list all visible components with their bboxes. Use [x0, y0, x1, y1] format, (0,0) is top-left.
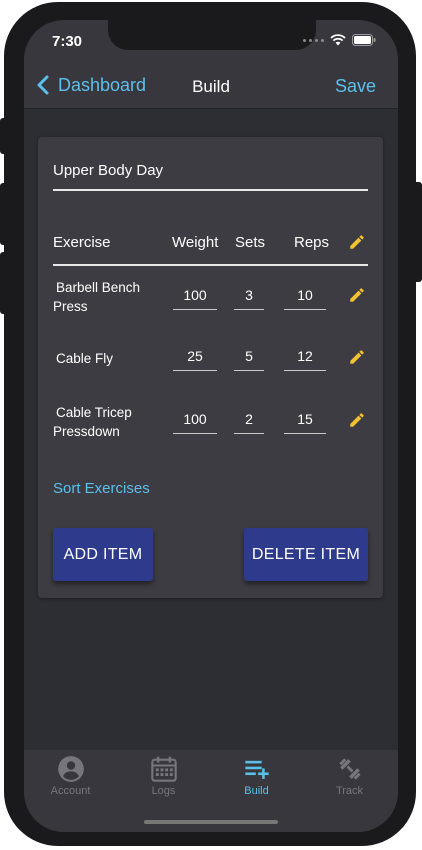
- weight-input[interactable]: 100: [173, 287, 217, 310]
- sets-value: 3: [245, 287, 253, 303]
- tab-label: Logs: [151, 785, 176, 797]
- sets-column-header: Sets: [235, 234, 266, 251]
- volume-up-button: [0, 183, 6, 245]
- playlist-add-icon: [244, 760, 269, 779]
- reps-input[interactable]: 12: [284, 348, 326, 371]
- weight-value: 100: [183, 287, 207, 303]
- sort-exercises-link[interactable]: Sort Exercises: [53, 480, 150, 497]
- pencil-icon[interactable]: [348, 348, 366, 366]
- screen: 7:30 Dashboard Build Save Upper Body Day…: [24, 20, 398, 832]
- home-indicator: [144, 820, 278, 824]
- exercise-column-header: Exercise: [53, 234, 111, 251]
- status-icons: [303, 34, 376, 46]
- tab-label: Track: [335, 785, 364, 797]
- account-icon: [57, 756, 84, 782]
- routine-card: Upper Body Day Exercise Weight Sets Reps…: [38, 137, 383, 598]
- notch: [108, 20, 316, 50]
- nav-bar: Dashboard Build Save: [24, 68, 398, 109]
- reps-value: 10: [297, 287, 313, 303]
- exercise-name-line2: Pressdown: [53, 424, 120, 439]
- status-time: 7:30: [52, 33, 83, 50]
- pencil-icon[interactable]: [348, 286, 366, 304]
- tab-logs[interactable]: Logs: [117, 750, 210, 800]
- reps-input[interactable]: 15: [284, 411, 326, 434]
- volume-down-button: [0, 252, 6, 314]
- tab-track[interactable]: Track: [303, 750, 396, 800]
- reps-input[interactable]: 10: [284, 287, 326, 310]
- reps-value: 12: [297, 348, 313, 364]
- exercise-row: Cable Tricep Pressdown 100 2 15: [38, 401, 383, 447]
- weight-column-header: Weight: [172, 234, 219, 251]
- dumbbell-icon: [339, 758, 360, 780]
- save-button[interactable]: Save: [335, 76, 376, 97]
- sets-input[interactable]: 5: [234, 348, 264, 371]
- tab-label: Account: [50, 785, 91, 797]
- battery-icon: [352, 34, 376, 46]
- routine-name-field[interactable]: Upper Body Day: [53, 162, 163, 179]
- delete-item-button[interactable]: DELETE ITEM: [244, 528, 368, 581]
- exercise-name-line1: Cable Fly: [56, 351, 114, 366]
- wifi-icon: [330, 34, 346, 46]
- weight-input[interactable]: 100: [173, 411, 217, 434]
- mute-switch: [0, 118, 6, 154]
- exercise-name: Cable Fly: [53, 349, 113, 368]
- tab-label: Build: [244, 785, 269, 797]
- weight-value: 100: [183, 411, 207, 427]
- tab-account[interactable]: Account: [24, 750, 117, 800]
- sets-input[interactable]: 3: [234, 287, 264, 310]
- sets-input[interactable]: 2: [234, 411, 264, 434]
- exercise-row: Barbell Bench Press 100 3 10: [38, 277, 383, 323]
- tab-bar: Account Logs Build Track: [24, 750, 398, 832]
- header-divider: [53, 264, 368, 266]
- power-button: [416, 182, 422, 282]
- exercise-name-line2: Press: [53, 299, 88, 314]
- exercise-name-line1: Cable Tricep: [56, 405, 132, 420]
- exercise-name: Barbell Bench Press: [53, 278, 140, 316]
- signal-icon: [303, 38, 324, 42]
- status-bar: 7:30: [24, 20, 398, 68]
- reps-value: 15: [297, 411, 313, 427]
- sets-value: 2: [245, 411, 253, 427]
- exercise-row: Cable Fly 25 5 12: [38, 339, 383, 385]
- weight-input[interactable]: 25: [173, 348, 217, 371]
- exercise-name: Cable Tricep Pressdown: [53, 403, 132, 441]
- pencil-icon[interactable]: [348, 411, 366, 429]
- tab-build[interactable]: Build: [210, 750, 303, 800]
- sets-value: 5: [245, 348, 253, 364]
- routine-name-underline: [53, 189, 368, 191]
- pencil-icon[interactable]: [348, 233, 366, 251]
- exercise-name-line1: Barbell Bench: [56, 280, 141, 295]
- add-item-button[interactable]: ADD ITEM: [53, 528, 153, 581]
- weight-value: 25: [187, 348, 203, 364]
- reps-column-header: Reps: [294, 234, 330, 251]
- calendar-icon: [150, 756, 177, 782]
